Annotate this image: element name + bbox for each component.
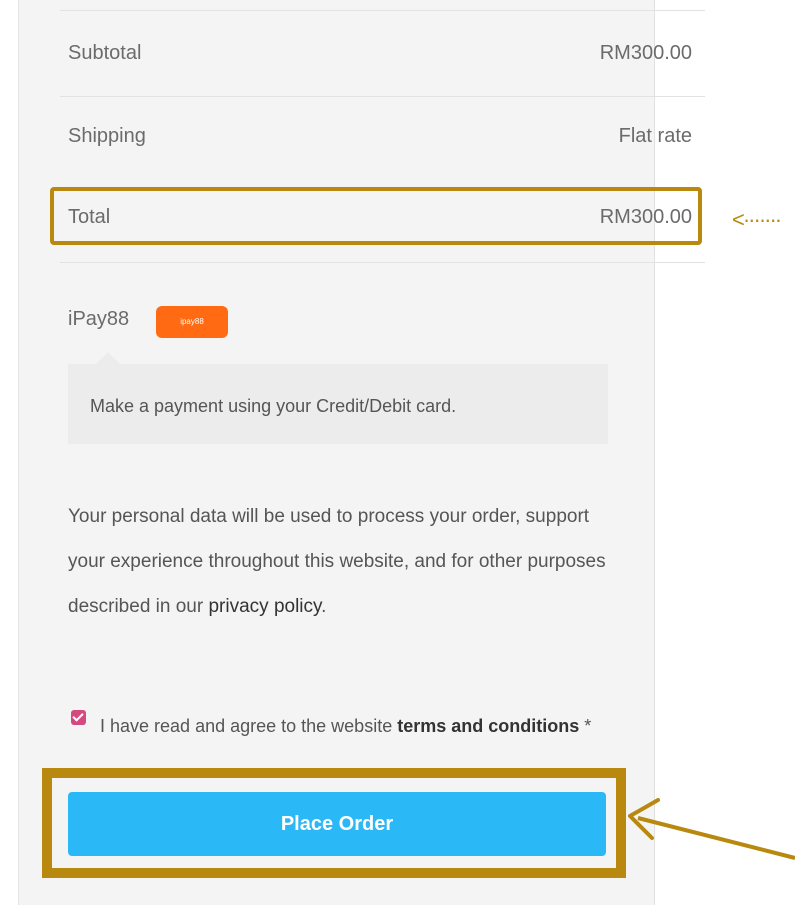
total-highlight-annotation — [50, 187, 702, 245]
place-order-button[interactable]: Place Order — [68, 792, 606, 856]
terms-link[interactable]: terms and conditions — [397, 716, 579, 736]
payment-box-notch — [96, 352, 120, 364]
dotted-left-arrow-icon: <······· — [732, 207, 782, 232]
privacy-text: Your personal data will be used to proce… — [68, 506, 606, 617]
terms-prefix: I have read and agree to the website — [100, 716, 393, 736]
privacy-notice: Your personal data will be used to proce… — [68, 494, 628, 629]
divider-subtotal — [60, 96, 705, 97]
terms-line: I have read and agree to the website ter… — [70, 702, 630, 750]
ipay88-badge-icon: ipay88 — [156, 306, 228, 338]
terms-required-mark: * — [584, 716, 592, 736]
place-order-label: Place Order — [280, 812, 394, 835]
privacy-trailing: . — [321, 596, 327, 617]
divider-top — [60, 10, 705, 11]
divider-total — [60, 262, 705, 263]
privacy-policy-link[interactable]: privacy policy — [208, 596, 321, 617]
subtotal-value: RM300.00 — [599, 42, 692, 64]
payment-method-label: iPay88 — [68, 308, 130, 330]
shipping-label: Shipping — [68, 125, 146, 147]
payment-description: Make a payment using your Credit/Debit c… — [90, 396, 457, 416]
shipping-value: Flat rate — [618, 125, 692, 147]
subtotal-label: Subtotal — [68, 42, 142, 64]
